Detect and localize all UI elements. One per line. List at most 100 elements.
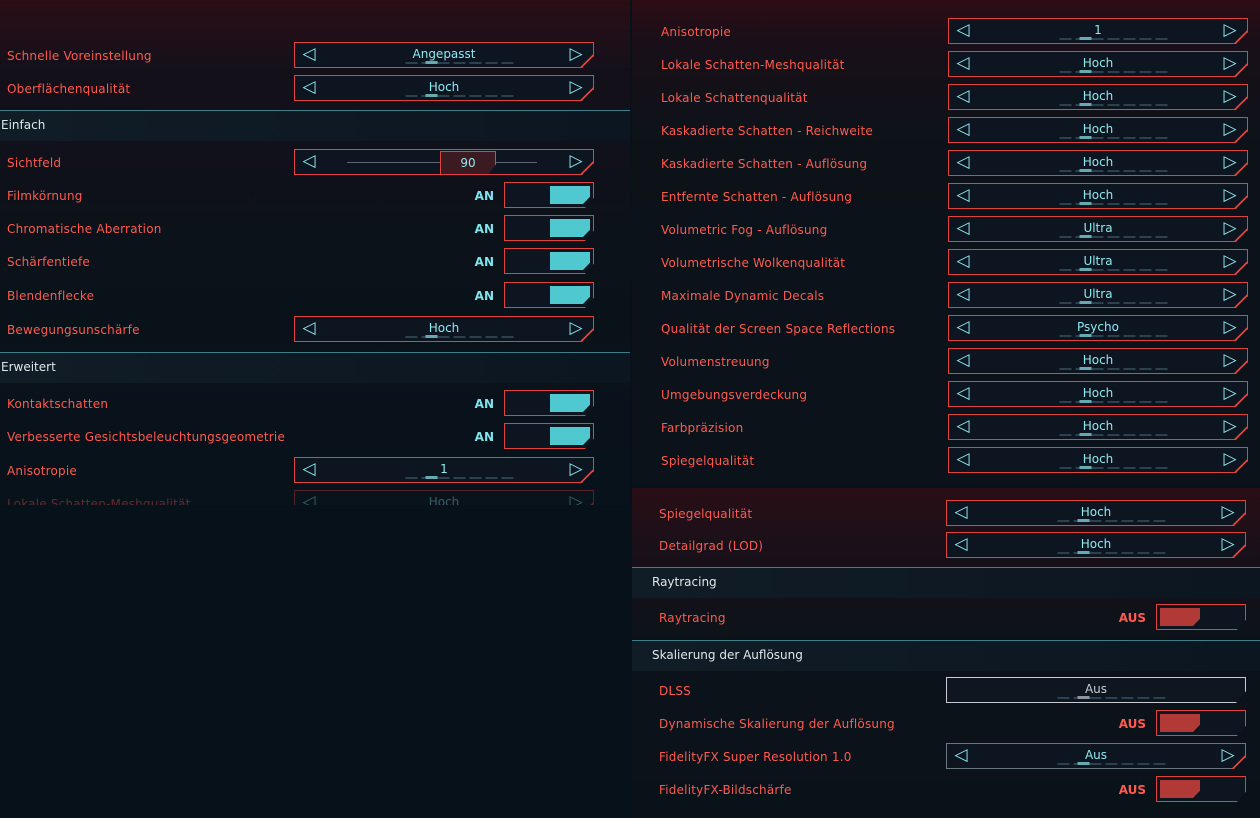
quality-selector[interactable]: ◁ Hoch ▷: [948, 117, 1248, 143]
setting-row-fov: Sichtfeld ◁ 90 ▷: [0, 149, 630, 179]
arrow-left-icon[interactable]: ◁: [954, 284, 972, 306]
arrow-right-icon[interactable]: ▷: [1219, 745, 1237, 767]
arrow-right-icon[interactable]: ▷: [567, 44, 585, 66]
arrow-left-icon[interactable]: ◁: [954, 152, 972, 174]
toggle-knob: [550, 186, 590, 204]
arrow-left-icon[interactable]: ◁: [954, 416, 972, 438]
arrow-right-icon[interactable]: ▷: [1221, 317, 1239, 339]
arrow-right-icon[interactable]: ▷: [1221, 383, 1239, 405]
section-title: Raytracing: [652, 575, 717, 589]
texture-quality-selector[interactable]: ◁ Hoch ▷: [294, 75, 594, 101]
setting-label: Verbesserte Gesichtsbeleuchtungsgeometri…: [7, 430, 286, 444]
arrow-left-icon[interactable]: ◁: [954, 251, 972, 273]
dlss-selector[interactable]: Aus: [946, 677, 1246, 703]
fov-slider[interactable]: ◁ 90 ▷: [294, 149, 594, 175]
quality-selector[interactable]: ◁ 1 ▷: [948, 18, 1248, 44]
quality-selector[interactable]: ◁ Ultra ▷: [948, 216, 1248, 242]
quality-selector[interactable]: ◁ Hoch ▷: [948, 348, 1248, 374]
selector-value: Hoch: [1082, 155, 1114, 169]
arrow-left-icon[interactable]: ◁: [952, 502, 970, 524]
option-ticks: [1060, 302, 1170, 304]
arrow-left-icon[interactable]: ◁: [954, 53, 972, 75]
chromatic-aberration-toggle[interactable]: [504, 215, 594, 241]
arrow-left-icon[interactable]: ◁: [954, 119, 972, 141]
raytracing-toggle[interactable]: [1156, 604, 1246, 630]
arrow-left-icon[interactable]: ◁: [954, 86, 972, 108]
arrow-left-icon[interactable]: ◁: [954, 218, 972, 240]
quality-selector[interactable]: ◁ Hoch ▷: [948, 183, 1248, 209]
quality-selector[interactable]: ◁ Hoch ▷: [948, 150, 1248, 176]
quality-selector[interactable]: ◁ Hoch ▷: [948, 447, 1248, 473]
dynamic-scaling-toggle[interactable]: [1156, 710, 1246, 736]
fsr-selector[interactable]: ◁ Aus ▷: [946, 743, 1246, 769]
setting-row-dynamic-scaling: Dynamische Skalierung der Auflösung AUS: [632, 710, 1260, 740]
arrow-right-icon[interactable]: ▷: [1219, 534, 1237, 556]
arrow-right-icon[interactable]: ▷: [1221, 20, 1239, 42]
local-mesh-selector[interactable]: ◁ Hoch ▷: [294, 490, 594, 505]
setting-label: Dynamische Skalierung der Auflösung: [659, 717, 895, 731]
preset-selector[interactable]: ◁ Angepasst ▷: [294, 42, 594, 68]
setting-row: Anisotropie ◁ 1 ▷: [632, 18, 1260, 48]
arrow-left-icon[interactable]: ◁: [954, 317, 972, 339]
arrow-right-icon[interactable]: ▷: [567, 77, 585, 99]
arrow-left-icon[interactable]: ◁: [300, 318, 318, 340]
arrow-left-icon[interactable]: ◁: [954, 20, 972, 42]
quality-selector[interactable]: ◁ Hoch ▷: [948, 414, 1248, 440]
setting-row: Spiegelqualität ◁ Hoch ▷: [632, 447, 1260, 477]
option-ticks: [406, 477, 516, 479]
setting-label: Farbpräzision: [661, 421, 744, 435]
quality-selector[interactable]: ◁ Ultra ▷: [948, 282, 1248, 308]
arrow-left-icon[interactable]: ◁: [952, 534, 970, 556]
selector-value: Hoch: [428, 80, 460, 94]
arrow-left-icon[interactable]: ◁: [952, 745, 970, 767]
quality-selector[interactable]: ◁ Hoch ▷: [948, 381, 1248, 407]
motion-blur-selector[interactable]: ◁ Hoch ▷: [294, 316, 594, 342]
option-ticks: [1058, 697, 1168, 699]
arrow-right-icon[interactable]: ▷: [1221, 119, 1239, 141]
film-grain-toggle[interactable]: [504, 182, 594, 208]
setting-label: Volumenstreuung: [661, 355, 770, 369]
arrow-right-icon[interactable]: ▷: [1221, 251, 1239, 273]
lod-selector[interactable]: ◁ Hoch ▷: [946, 532, 1246, 558]
toggle-knob: [550, 286, 590, 304]
arrow-right-icon[interactable]: ▷: [1221, 284, 1239, 306]
face-lighting-toggle[interactable]: [504, 423, 594, 449]
arrow-left-icon[interactable]: ◁: [954, 350, 972, 372]
quality-selector[interactable]: ◁ Psycho ▷: [948, 315, 1248, 341]
arrow-left-icon[interactable]: ◁: [954, 185, 972, 207]
arrow-right-icon[interactable]: ▷: [1221, 53, 1239, 75]
arrow-right-icon[interactable]: ▷: [1221, 416, 1239, 438]
arrow-right-icon[interactable]: ▷: [1219, 502, 1237, 524]
lens-flare-toggle[interactable]: [504, 282, 594, 308]
option-ticks: [1060, 71, 1170, 73]
arrow-left-icon[interactable]: ◁: [954, 383, 972, 405]
quality-selector[interactable]: ◁ Ultra ▷: [948, 249, 1248, 275]
arrow-right-icon[interactable]: ▷: [1221, 185, 1239, 207]
arrow-left-icon[interactable]: ◁: [300, 151, 318, 173]
mirror-quality-selector[interactable]: ◁ Hoch ▷: [946, 500, 1246, 526]
toggle-state: AN: [474, 222, 494, 236]
anisotropy-selector[interactable]: ◁ 1 ▷: [294, 457, 594, 483]
arrow-right-icon[interactable]: ▷: [567, 318, 585, 340]
quality-selector[interactable]: ◁ Hoch ▷: [948, 51, 1248, 77]
setting-row: Volumetrische Wolkenqualität ◁ Ultra ▷: [632, 249, 1260, 279]
right-settings-panel-top: Anisotropie ◁ 1 ▷ Lokale Schatten-Meshqualit…: [632, 0, 1260, 485]
arrow-left-icon[interactable]: ◁: [300, 77, 318, 99]
arrow-left-icon[interactable]: ◁: [300, 44, 318, 66]
arrow-left-icon[interactable]: ◁: [954, 449, 972, 471]
fidelityfx-sharpening-toggle[interactable]: [1156, 776, 1246, 802]
arrow-right-icon[interactable]: ▷: [1221, 350, 1239, 372]
arrow-right-icon[interactable]: ▷: [1221, 449, 1239, 471]
depth-of-field-toggle[interactable]: [504, 248, 594, 274]
arrow-right-icon[interactable]: ▷: [567, 459, 585, 481]
contact-shadows-toggle[interactable]: [504, 390, 594, 416]
slider-handle[interactable]: 90: [440, 151, 496, 175]
arrow-left-icon[interactable]: ◁: [300, 492, 318, 505]
arrow-right-icon[interactable]: ▷: [1221, 86, 1239, 108]
arrow-right-icon[interactable]: ▷: [567, 492, 585, 505]
quality-selector[interactable]: ◁ Hoch ▷: [948, 84, 1248, 110]
arrow-right-icon[interactable]: ▷: [1221, 152, 1239, 174]
arrow-right-icon[interactable]: ▷: [567, 151, 585, 173]
arrow-left-icon[interactable]: ◁: [300, 459, 318, 481]
arrow-right-icon[interactable]: ▷: [1221, 218, 1239, 240]
